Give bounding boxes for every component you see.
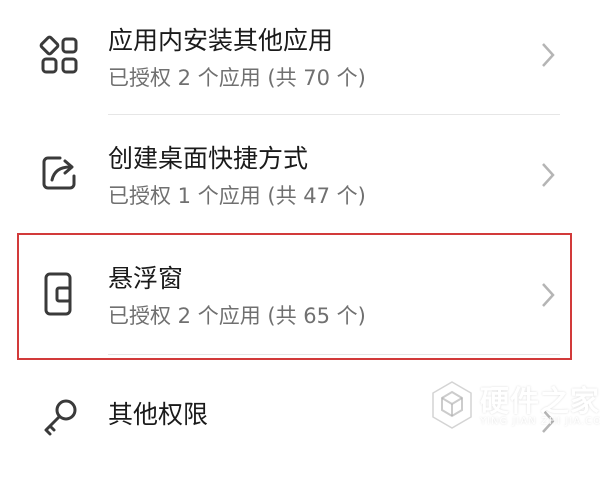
watermark: 硬件之家 YING JIAN ZHI JIA.COM: [430, 376, 600, 442]
chevron-right-icon: [542, 283, 555, 307]
divider: [108, 114, 560, 115]
watermark-subtitle: YING JIAN ZHI JIA.COM: [480, 416, 600, 427]
item-title: 悬浮窗: [108, 264, 184, 293]
settings-item-install-apps[interactable]: 应用内安装其他应用 已授权 2 个应用 (共 70 个): [0, 0, 600, 118]
item-title: 创建桌面快捷方式: [108, 144, 309, 173]
settings-item-create-shortcut[interactable]: 创建桌面快捷方式 已授权 1 个应用 (共 47 个): [0, 116, 600, 234]
floating-window-icon: [44, 272, 72, 316]
item-title: 其他权限: [108, 400, 209, 429]
chevron-right-icon: [542, 43, 555, 67]
watermark-title: 硬件之家: [480, 384, 600, 418]
item-subtitle: 已授权 1 个应用 (共 47 个): [108, 184, 366, 208]
hexagon-logo-icon: [432, 381, 472, 429]
settings-item-floating-window[interactable]: 悬浮窗 已授权 2 个应用 (共 65 个): [0, 236, 600, 354]
item-title: 应用内安装其他应用: [108, 26, 334, 55]
divider: [108, 234, 560, 235]
shortcut-share-icon: [42, 156, 76, 190]
app-grid-icon: [39, 35, 78, 74]
key-icon: [44, 399, 77, 436]
item-subtitle: 已授权 2 个应用 (共 70 个): [108, 66, 366, 90]
divider: [108, 354, 560, 355]
chevron-right-icon: [542, 163, 555, 187]
item-subtitle: 已授权 2 个应用 (共 65 个): [108, 304, 366, 328]
